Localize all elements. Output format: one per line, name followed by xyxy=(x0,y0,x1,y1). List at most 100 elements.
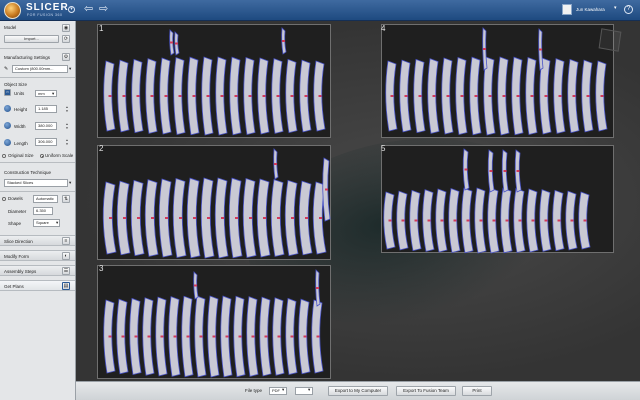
dowel-hole-mark xyxy=(290,335,294,338)
app-brand: SLICER xyxy=(26,2,69,13)
refresh-icon[interactable]: ⟳ xyxy=(62,35,70,43)
get-plans-icon[interactable]: ▤ xyxy=(62,282,70,290)
dowel-hole-mark xyxy=(221,217,224,219)
construction-chevron-down-icon[interactable]: ▾ xyxy=(69,180,71,186)
sheet-1-parts xyxy=(103,27,326,136)
dowel-hole-mark xyxy=(572,95,576,97)
manufacturing-chevron-down-icon[interactable]: ▾ xyxy=(69,66,71,72)
pencil-icon[interactable]: ✎ xyxy=(4,66,8,72)
dowel-hole-mark xyxy=(440,219,444,222)
dowel-hole-mark xyxy=(503,170,507,172)
construction-technique-select[interactable]: Stacked Slices xyxy=(4,179,68,187)
dowel-hole-mark xyxy=(122,95,126,97)
ruler-icon: ▭ xyxy=(4,89,11,96)
uniform-scale-label[interactable]: Uniform Scale xyxy=(45,153,73,158)
shape-chevron-down-icon[interactable]: ▾ xyxy=(56,220,58,226)
print-button[interactable]: Print xyxy=(462,386,492,396)
dowel-hole-mark xyxy=(570,219,574,222)
dowel-hole-mark xyxy=(505,219,509,222)
dowel-hole-mark xyxy=(557,219,561,222)
dowel-hole-mark xyxy=(414,219,418,222)
user-avatar[interactable] xyxy=(562,4,572,15)
uniform-scale-radio[interactable] xyxy=(40,154,44,158)
dowel-hole-mark xyxy=(282,40,285,42)
units-chevron-down-icon[interactable]: ▾ xyxy=(52,91,54,97)
dowel-hole-mark xyxy=(108,95,112,97)
cutting-sheet-3[interactable] xyxy=(97,265,331,379)
dowel-settings-icon[interactable]: ⇅ xyxy=(62,195,70,203)
height-field[interactable]: 1.185 xyxy=(35,105,57,113)
dowel-hole-mark xyxy=(212,335,216,338)
cutting-sheet-2[interactable] xyxy=(97,145,331,260)
cutting-sheet-1[interactable] xyxy=(97,24,331,138)
cutting-sheet-4[interactable] xyxy=(381,24,614,138)
dowel-hole-mark xyxy=(466,219,470,222)
cutting-sheets-view[interactable]: 1 2 3 4 5 xyxy=(76,21,640,381)
dowel-hole-mark xyxy=(316,287,319,289)
assembly-steps-icon[interactable]: ☰ xyxy=(62,267,70,275)
dowel-hole-mark xyxy=(318,95,322,97)
length-label: Length xyxy=(14,141,28,146)
dowels-toggle[interactable] xyxy=(2,197,6,201)
manufacturing-settings-select[interactable]: Custom (800.00mm... xyxy=(12,65,68,73)
original-size-label[interactable]: Original Size xyxy=(8,153,34,158)
app-window: SLICER FOR FUSION 360 ▾ ⇦ ⇨ Jun Kawahara… xyxy=(0,0,640,400)
dowel-hole-mark xyxy=(109,217,112,219)
slice-direction-icon[interactable]: ≡ xyxy=(62,237,70,245)
dowel-hole-mark xyxy=(164,95,168,97)
dowel-hole-mark xyxy=(316,335,320,338)
eye-icon[interactable]: ◉ xyxy=(62,24,70,32)
dowel-hole-mark xyxy=(558,95,562,97)
dowel-hole-mark xyxy=(262,95,266,97)
dowel-hole-mark xyxy=(291,217,294,219)
dowel-hole-mark xyxy=(427,219,431,222)
page-chevron-down-icon[interactable]: ▾ xyxy=(308,387,310,393)
dowel-hole-mark xyxy=(248,95,252,97)
height-stepper[interactable]: ▲ ▼ xyxy=(65,105,69,113)
file-type-chevron-down-icon[interactable]: ▾ xyxy=(282,387,284,393)
app-menu-icon[interactable]: ▾ xyxy=(68,6,75,13)
slice-direction-section[interactable]: Slice Direction ≡ xyxy=(0,235,75,246)
help-icon[interactable]: ? xyxy=(624,5,633,14)
import-button[interactable]: Import... xyxy=(4,35,59,43)
view-cube-icon[interactable] xyxy=(594,26,628,56)
dowel-hole-mark xyxy=(263,217,266,219)
modify-form-icon[interactable]: ◐ xyxy=(62,252,70,260)
file-type-select[interactable]: PDF xyxy=(269,387,287,395)
diameter-field[interactable]: 6.350 xyxy=(33,207,53,215)
sheet-number-2: 2 xyxy=(99,144,104,153)
redo-icon[interactable]: ⇨ xyxy=(99,3,108,15)
modify-form-section[interactable]: Modify Form ◐ xyxy=(0,250,75,261)
get-plans-section[interactable]: Get Plans ▤ xyxy=(0,280,75,291)
width-stepper[interactable]: ▲ ▼ xyxy=(65,122,69,130)
sheet-number-1: 1 xyxy=(99,24,104,33)
page-select[interactable] xyxy=(295,387,313,395)
sheet-5-parts xyxy=(383,148,591,254)
dowel-hole-mark xyxy=(303,335,307,338)
shape-label: Shape xyxy=(8,221,22,226)
original-size-radio[interactable] xyxy=(2,154,6,158)
user-menu-chevron-icon[interactable]: ▾ xyxy=(614,5,617,11)
export-to-computer-button[interactable]: Export to My Computer xyxy=(328,386,388,396)
dowel-hole-mark xyxy=(464,168,468,171)
length-stepper[interactable]: ▲ ▼ xyxy=(65,138,69,146)
dowel-hole-mark xyxy=(179,217,182,219)
dowel-hole-mark xyxy=(600,95,604,97)
assembly-steps-section[interactable]: Assembly Steps ☰ xyxy=(0,265,75,276)
dowel-hole-mark xyxy=(165,217,168,219)
length-field[interactable]: 306.000 xyxy=(35,138,57,146)
sheet-3-parts xyxy=(103,269,324,378)
dowel-hole-mark xyxy=(305,217,308,219)
undo-icon[interactable]: ⇦ xyxy=(84,3,93,15)
user-name[interactable]: Jun Kawahara xyxy=(576,7,605,12)
app-brand-subtitle: FOR FUSION 360 xyxy=(27,13,63,17)
dowel-hole-mark xyxy=(531,219,535,222)
width-field[interactable]: 380.000 xyxy=(35,122,57,130)
cutting-sheet-5[interactable] xyxy=(381,145,614,254)
sheet-number-4: 4 xyxy=(381,24,386,33)
model-label: Model xyxy=(4,25,17,30)
gear-icon[interactable]: ⚙ xyxy=(62,53,70,61)
dowel-hole-mark xyxy=(418,95,422,97)
export-to-fusion-team-button[interactable]: Export To Fusion Team xyxy=(396,386,456,396)
dowels-select[interactable]: Automatic xyxy=(33,195,58,203)
